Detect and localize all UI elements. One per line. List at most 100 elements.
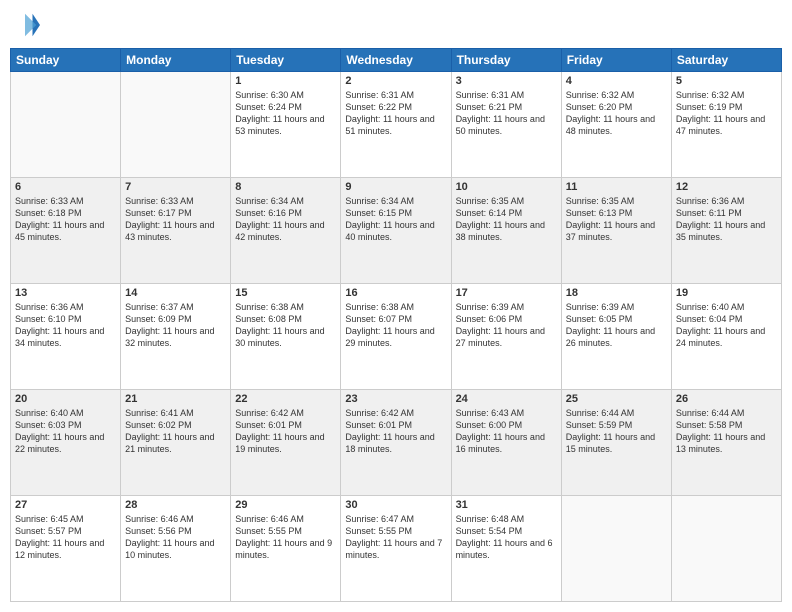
day-number: 10 [456,181,557,193]
calendar-cell: 23 Sunrise: 6:42 AM Sunset: 6:01 PM Dayli… [341,390,451,496]
calendar-cell: 26 Sunrise: 6:44 AM Sunset: 5:58 PM Dayli… [671,390,781,496]
cell-content: Sunrise: 6:35 AM Sunset: 6:13 PM Dayligh… [566,195,667,244]
cell-content: Sunrise: 6:44 AM Sunset: 5:59 PM Dayligh… [566,407,667,456]
calendar-cell [671,496,781,602]
day-number: 3 [456,75,557,87]
day-number: 1 [235,75,336,87]
calendar-cell: 11 Sunrise: 6:35 AM Sunset: 6:13 PM Dayli… [561,178,671,284]
day-number: 11 [566,181,667,193]
calendar-cell: 4 Sunrise: 6:32 AM Sunset: 6:20 PM Daylig… [561,72,671,178]
calendar-cell: 25 Sunrise: 6:44 AM Sunset: 5:59 PM Dayli… [561,390,671,496]
calendar-cell: 9Sunrise: 6:34 AM Sunset: 6:15 PM Daylig… [341,178,451,284]
cell-content: Sunrise: 6:32 AM Sunset: 6:20 PM Dayligh… [566,89,667,138]
calendar-header-row: SundayMondayTuesdayWednesdayThursdayFrid… [11,49,782,72]
calendar-cell: 19 Sunrise: 6:40 AM Sunset: 6:04 PM Dayli… [671,284,781,390]
calendar-row: 1 Sunrise: 6:30 AM Sunset: 6:24 PM Daylig… [11,72,782,178]
day-number: 27 [15,499,116,511]
cell-content: Sunrise: 6:30 AM Sunset: 6:24 PM Dayligh… [235,89,336,138]
cell-content: Sunrise: 6:43 AM Sunset: 6:00 PM Dayligh… [456,407,557,456]
weekday-header: Sunday [11,49,121,72]
cell-content: Sunrise: 6:38 AM Sunset: 6:07 PM Dayligh… [345,301,446,350]
calendar-cell: 3 Sunrise: 6:31 AM Sunset: 6:21 PM Daylig… [451,72,561,178]
calendar-cell: 5Sunrise: 6:32 AM Sunset: 6:19 PM Daylig… [671,72,781,178]
calendar-row: 6Sunrise: 6:33 AM Sunset: 6:18 PM Daylig… [11,178,782,284]
day-number: 30 [345,499,446,511]
cell-content: Sunrise: 6:35 AM Sunset: 6:14 PM Dayligh… [456,195,557,244]
cell-content: Sunrise: 6:47 AM Sunset: 5:55 PM Dayligh… [345,513,446,562]
calendar-table: SundayMondayTuesdayWednesdayThursdayFrid… [10,48,782,602]
cell-content: Sunrise: 6:33 AM Sunset: 6:18 PM Dayligh… [15,195,116,244]
day-number: 28 [125,499,226,511]
cell-content: Sunrise: 6:42 AM Sunset: 6:01 PM Dayligh… [235,407,336,456]
day-number: 26 [676,393,777,405]
day-number: 7 [125,181,226,193]
calendar-cell [561,496,671,602]
calendar-cell [11,72,121,178]
cell-content: Sunrise: 6:39 AM Sunset: 6:05 PM Dayligh… [566,301,667,350]
calendar-cell: 8 Sunrise: 6:34 AM Sunset: 6:16 PM Daylig… [231,178,341,284]
cell-content: Sunrise: 6:41 AM Sunset: 6:02 PM Dayligh… [125,407,226,456]
calendar-row: 20Sunrise: 6:40 AM Sunset: 6:03 PM Dayli… [11,390,782,496]
calendar-row: 27 Sunrise: 6:45 AM Sunset: 5:57 PM Dayli… [11,496,782,602]
calendar-cell: 21 Sunrise: 6:41 AM Sunset: 6:02 PM Dayli… [121,390,231,496]
weekday-header: Saturday [671,49,781,72]
logo [10,10,44,40]
weekday-header: Monday [121,49,231,72]
day-number: 23 [345,393,446,405]
calendar-cell: 1 Sunrise: 6:30 AM Sunset: 6:24 PM Daylig… [231,72,341,178]
calendar-cell: 31Sunrise: 6:48 AM Sunset: 5:54 PM Dayli… [451,496,561,602]
day-number: 31 [456,499,557,511]
weekday-header: Friday [561,49,671,72]
calendar-cell: 2Sunrise: 6:31 AM Sunset: 6:22 PM Daylig… [341,72,451,178]
calendar-cell: 16 Sunrise: 6:38 AM Sunset: 6:07 PM Dayli… [341,284,451,390]
calendar-cell: 12 Sunrise: 6:36 AM Sunset: 6:11 PM Dayli… [671,178,781,284]
page: SundayMondayTuesdayWednesdayThursdayFrid… [0,0,792,612]
day-number: 9 [345,181,446,193]
day-number: 29 [235,499,336,511]
cell-content: Sunrise: 6:40 AM Sunset: 6:04 PM Dayligh… [676,301,777,350]
calendar-cell: 20Sunrise: 6:40 AM Sunset: 6:03 PM Dayli… [11,390,121,496]
day-number: 19 [676,287,777,299]
day-number: 20 [15,393,116,405]
cell-content: Sunrise: 6:33 AM Sunset: 6:17 PM Dayligh… [125,195,226,244]
calendar-row: 13 Sunrise: 6:36 AM Sunset: 6:10 PM Dayli… [11,284,782,390]
cell-content: Sunrise: 6:45 AM Sunset: 5:57 PM Dayligh… [15,513,116,562]
cell-content: Sunrise: 6:44 AM Sunset: 5:58 PM Dayligh… [676,407,777,456]
calendar-cell: 29 Sunrise: 6:46 AM Sunset: 5:55 PM Dayli… [231,496,341,602]
calendar-cell: 27 Sunrise: 6:45 AM Sunset: 5:57 PM Dayli… [11,496,121,602]
calendar-cell: 24 Sunrise: 6:43 AM Sunset: 6:00 PM Dayli… [451,390,561,496]
day-number: 13 [15,287,116,299]
day-number: 4 [566,75,667,87]
day-number: 22 [235,393,336,405]
cell-content: Sunrise: 6:39 AM Sunset: 6:06 PM Dayligh… [456,301,557,350]
cell-content: Sunrise: 6:46 AM Sunset: 5:56 PM Dayligh… [125,513,226,562]
calendar-cell: 10 Sunrise: 6:35 AM Sunset: 6:14 PM Dayli… [451,178,561,284]
day-number: 24 [456,393,557,405]
cell-content: Sunrise: 6:34 AM Sunset: 6:16 PM Dayligh… [235,195,336,244]
cell-content: Sunrise: 6:37 AM Sunset: 6:09 PM Dayligh… [125,301,226,350]
day-number: 17 [456,287,557,299]
cell-content: Sunrise: 6:42 AM Sunset: 6:01 PM Dayligh… [345,407,446,456]
cell-content: Sunrise: 6:36 AM Sunset: 6:10 PM Dayligh… [15,301,116,350]
calendar-cell: 13 Sunrise: 6:36 AM Sunset: 6:10 PM Dayli… [11,284,121,390]
day-number: 2 [345,75,446,87]
weekday-header: Tuesday [231,49,341,72]
day-number: 8 [235,181,336,193]
calendar-cell: 28 Sunrise: 6:46 AM Sunset: 5:56 PM Dayli… [121,496,231,602]
cell-content: Sunrise: 6:38 AM Sunset: 6:08 PM Dayligh… [235,301,336,350]
calendar-cell: 14 Sunrise: 6:37 AM Sunset: 6:09 PM Dayli… [121,284,231,390]
calendar-cell: 6Sunrise: 6:33 AM Sunset: 6:18 PM Daylig… [11,178,121,284]
cell-content: Sunrise: 6:32 AM Sunset: 6:19 PM Dayligh… [676,89,777,138]
cell-content: Sunrise: 6:36 AM Sunset: 6:11 PM Dayligh… [676,195,777,244]
day-number: 25 [566,393,667,405]
header [10,10,782,40]
cell-content: Sunrise: 6:46 AM Sunset: 5:55 PM Dayligh… [235,513,336,562]
day-number: 21 [125,393,226,405]
calendar-cell [121,72,231,178]
day-number: 16 [345,287,446,299]
cell-content: Sunrise: 6:31 AM Sunset: 6:21 PM Dayligh… [456,89,557,138]
day-number: 12 [676,181,777,193]
calendar-cell: 30 Sunrise: 6:47 AM Sunset: 5:55 PM Dayli… [341,496,451,602]
day-number: 14 [125,287,226,299]
calendar-cell: 15Sunrise: 6:38 AM Sunset: 6:08 PM Dayli… [231,284,341,390]
